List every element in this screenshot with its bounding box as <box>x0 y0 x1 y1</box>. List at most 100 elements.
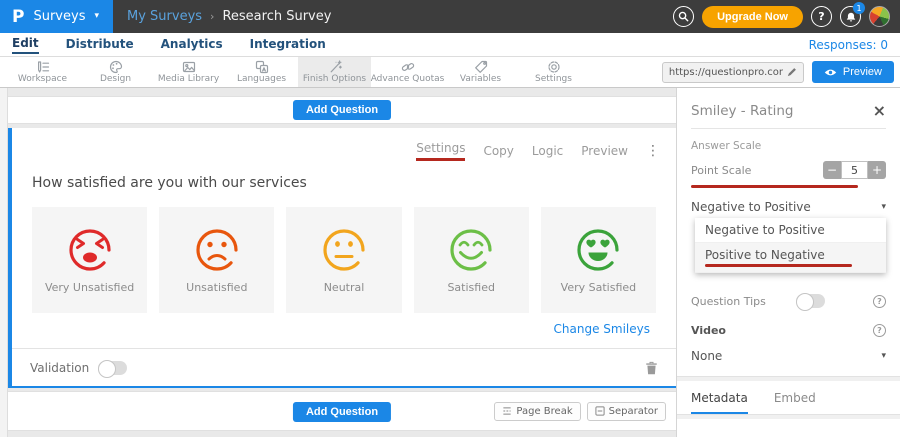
translate-icon <box>255 60 269 73</box>
very-satisfied-smiley-icon <box>574 226 622 274</box>
annotation-underline-point-scale <box>691 185 858 188</box>
edit-pencil-icon[interactable] <box>787 67 797 77</box>
scale-direction-dropdown: Negative to Positive Positive to Negativ… <box>695 218 886 273</box>
survey-url-field[interactable]: https://questionpro.com/t/A <box>662 62 804 83</box>
annotation-underline-option <box>705 264 852 267</box>
panel-title: Smiley - Rating <box>691 103 794 119</box>
page-break-icon <box>502 406 512 416</box>
scale-direction-value: Negative to Positive <box>691 200 811 214</box>
video-label: Video <box>691 324 726 337</box>
tab-distribute[interactable]: Distribute <box>66 37 134 53</box>
validation-row: Validation <box>12 348 676 386</box>
tab-edit[interactable]: Edit <box>12 36 39 54</box>
section-divider <box>677 414 900 419</box>
left-gutter <box>0 88 8 437</box>
smiley-label: Very Unsatisfied <box>45 281 134 294</box>
satisfied-smiley-icon <box>447 226 495 274</box>
separator-button[interactable]: Separator <box>587 402 666 421</box>
change-smileys-link[interactable]: Change Smileys <box>554 322 650 336</box>
option-positive-to-negative[interactable]: Positive to Negative <box>695 243 886 273</box>
smiley-option-unsatisfied[interactable]: Unsatisfied <box>159 207 274 313</box>
validation-toggle[interactable] <box>98 361 127 375</box>
image-icon <box>182 60 196 73</box>
trash-icon[interactable] <box>645 361 658 375</box>
video-select-value: None <box>691 349 722 363</box>
header-actions: Upgrade Now ? 1 <box>673 6 900 28</box>
question-tab-settings[interactable]: Settings <box>416 141 465 161</box>
tab-embed[interactable]: Embed <box>774 391 816 414</box>
survey-url-value: https://questionpro.com/t/A <box>669 67 783 78</box>
surveys-menu[interactable]: P Surveys ▾ <box>0 0 113 33</box>
smiley-option-very-satisfied[interactable]: Very Satisfied <box>541 207 656 313</box>
responses-count[interactable]: Responses: 0 <box>809 38 888 52</box>
add-question-button-top[interactable]: Add Question <box>293 100 391 120</box>
smiley-label: Satisfied <box>447 281 495 294</box>
question-tab-preview[interactable]: Preview <box>581 144 628 158</box>
stepper-minus-button[interactable]: − <box>823 161 841 179</box>
add-question-bar-bottom: Add Question Page Break Separator <box>8 391 676 431</box>
question-card: Settings Copy Logic Preview ⋮ How satisf… <box>8 128 676 388</box>
stepper-value[interactable]: 5 <box>841 161 868 179</box>
smiley-label: Very Satisfied <box>561 281 636 294</box>
close-icon[interactable]: × <box>873 103 886 119</box>
question-tabs: Settings Copy Logic Preview ⋮ <box>12 128 676 161</box>
smiley-option-very-unsatisfied[interactable]: Very Unsatisfied <box>32 207 147 313</box>
toolbar-finish-options[interactable]: Finish Options <box>298 57 371 87</box>
eye-icon <box>824 68 837 77</box>
video-row: Video ? <box>691 324 886 337</box>
point-scale-label: Point Scale <box>691 164 751 177</box>
question-settings-panel: Smiley - Rating × Answer Scale Point Sca… <box>676 88 900 437</box>
breadcrumb-separator-icon: › <box>210 10 214 23</box>
notification-badge: 1 <box>853 2 865 14</box>
neutral-smiley-icon <box>320 226 368 274</box>
questionpro-survey-editor: P Surveys ▾ My Surveys › Research Survey… <box>0 0 900 437</box>
divider <box>691 128 886 129</box>
scale-direction-select[interactable]: Negative to Positive ▾ <box>691 200 886 214</box>
smiley-scale: Very Unsatisfied Unsatisfied <box>32 207 656 313</box>
page-break-button[interactable]: Page Break <box>494 402 580 421</box>
toolbar-media-library[interactable]: Media Library <box>152 57 225 87</box>
editor-toolbar: Workspace Design Media Library Languages… <box>0 57 900 88</box>
smiley-option-neutral[interactable]: Neutral <box>286 207 401 313</box>
gear-icon <box>547 60 561 73</box>
survey-nav: Edit Distribute Analytics Integration Re… <box>0 33 900 57</box>
question-tab-copy[interactable]: Copy <box>483 144 513 158</box>
video-select[interactable]: None ▾ <box>691 349 886 363</box>
tab-analytics[interactable]: Analytics <box>161 37 223 53</box>
upgrade-now-button[interactable]: Upgrade Now <box>702 6 803 28</box>
breadcrumb-my-surveys[interactable]: My Surveys <box>127 9 202 24</box>
toolbar-variables[interactable]: Variables <box>444 57 517 87</box>
preview-button[interactable]: Preview <box>812 61 894 83</box>
user-avatar[interactable] <box>869 6 890 27</box>
stepper-plus-button[interactable]: + <box>868 161 886 179</box>
question-tips-help-icon[interactable]: ? <box>873 295 886 308</box>
add-question-button-bottom[interactable]: Add Question <box>293 402 391 422</box>
chevron-down-icon: ▾ <box>881 351 886 361</box>
chevron-down-icon: ▾ <box>881 202 886 212</box>
smiley-option-satisfied[interactable]: Satisfied <box>414 207 529 313</box>
question-tips-label: Question Tips <box>691 295 766 308</box>
tag-icon <box>474 60 488 73</box>
kebab-menu-icon[interactable]: ⋮ <box>646 143 660 159</box>
toolbar-settings[interactable]: Settings <box>517 57 590 87</box>
tab-integration[interactable]: Integration <box>250 37 326 53</box>
very-unsatisfied-smiley-icon <box>66 226 114 274</box>
answer-scale-label: Answer Scale <box>691 140 886 152</box>
option-negative-to-positive[interactable]: Negative to Positive <box>695 218 886 243</box>
toolbar-right: https://questionpro.com/t/A Preview <box>662 57 900 87</box>
workspace-icon <box>36 60 50 73</box>
toolbar-design[interactable]: Design <box>79 57 152 87</box>
toolbar-languages[interactable]: Languages <box>225 57 298 87</box>
help-icon[interactable]: ? <box>811 6 832 27</box>
question-tips-toggle[interactable] <box>796 294 825 308</box>
point-scale-row: Point Scale − 5 + <box>691 161 886 179</box>
search-icon[interactable] <box>673 6 694 27</box>
video-help-icon[interactable]: ? <box>873 324 886 337</box>
toolbar-advance-quotas[interactable]: Advance Quotas <box>371 57 444 87</box>
notifications[interactable]: 1 <box>840 6 861 27</box>
tab-metadata[interactable]: Metadata <box>691 391 748 414</box>
question-tab-logic[interactable]: Logic <box>532 144 563 158</box>
question-title[interactable]: How satisfied are you with our services <box>12 161 676 191</box>
editor-canvas: Add Question Settings Copy Logic Preview… <box>0 88 676 437</box>
toolbar-workspace[interactable]: Workspace <box>6 57 79 87</box>
